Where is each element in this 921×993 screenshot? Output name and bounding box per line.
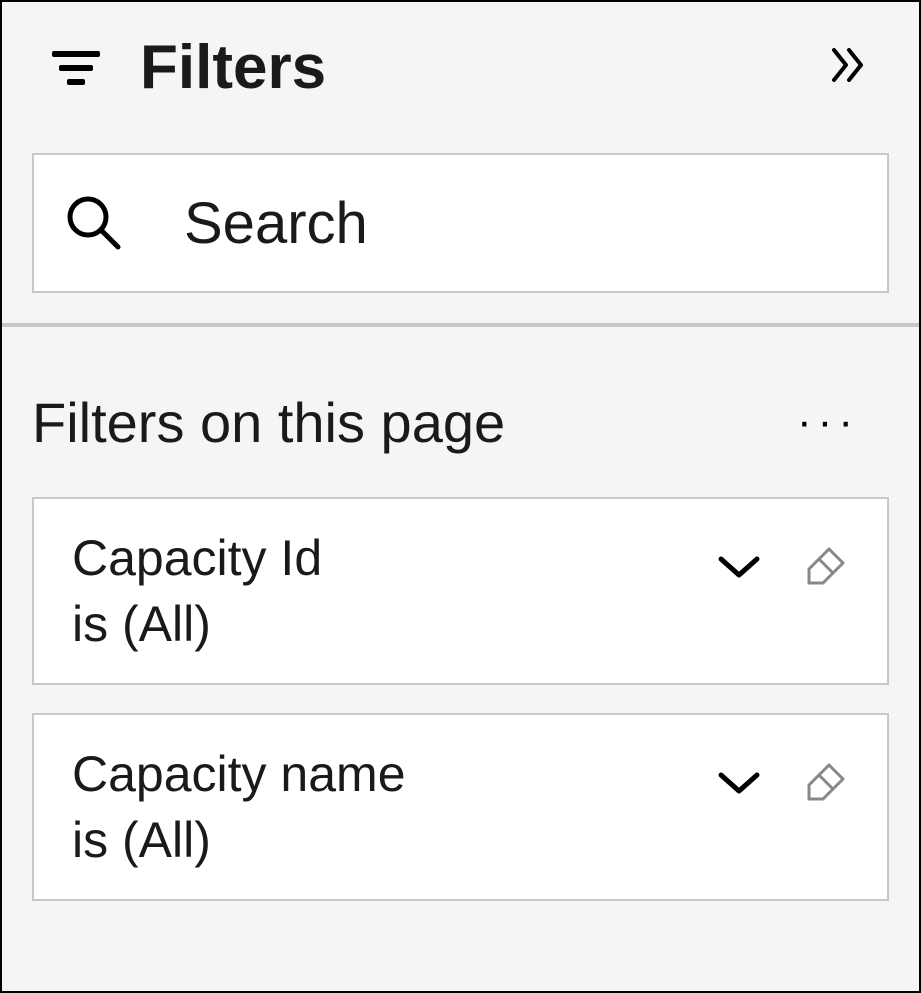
section-header: Filters on this page ··· xyxy=(32,387,889,457)
collapse-pane-button[interactable] xyxy=(819,35,879,100)
pane-title: Filters xyxy=(140,32,326,103)
expand-filter-button[interactable] xyxy=(717,553,761,581)
filter-text: Capacity name is (All) xyxy=(72,745,697,869)
filter-card-capacity-id[interactable]: Capacity Id is (All) xyxy=(32,497,889,685)
filter-icon xyxy=(52,51,100,85)
expand-filter-button[interactable] xyxy=(717,769,761,797)
filter-text: Capacity Id is (All) xyxy=(72,529,697,653)
search-input[interactable] xyxy=(184,190,857,257)
filter-card-capacity-name[interactable]: Capacity name is (All) xyxy=(32,713,889,901)
search-icon xyxy=(64,193,124,253)
filter-label: Capacity name xyxy=(72,745,697,803)
chevron-down-icon xyxy=(717,553,761,581)
filter-value: is (All) xyxy=(72,811,697,869)
search-box[interactable] xyxy=(32,153,889,293)
search-container xyxy=(2,123,919,323)
clear-filter-button[interactable] xyxy=(801,759,849,807)
chevron-double-right-icon xyxy=(829,45,869,85)
more-options-button[interactable]: ··· xyxy=(787,387,869,457)
section-title: Filters on this page xyxy=(32,390,505,455)
eraser-icon xyxy=(801,543,849,591)
eraser-icon xyxy=(801,759,849,807)
filter-label: Capacity Id xyxy=(72,529,697,587)
filters-pane-header: Filters xyxy=(2,2,919,123)
chevron-down-icon xyxy=(717,769,761,797)
filter-value: is (All) xyxy=(72,595,697,653)
filter-actions xyxy=(717,529,849,591)
filters-on-page-section: Filters on this page ··· Capacity Id is … xyxy=(2,327,919,959)
filter-actions xyxy=(717,745,849,807)
clear-filter-button[interactable] xyxy=(801,543,849,591)
